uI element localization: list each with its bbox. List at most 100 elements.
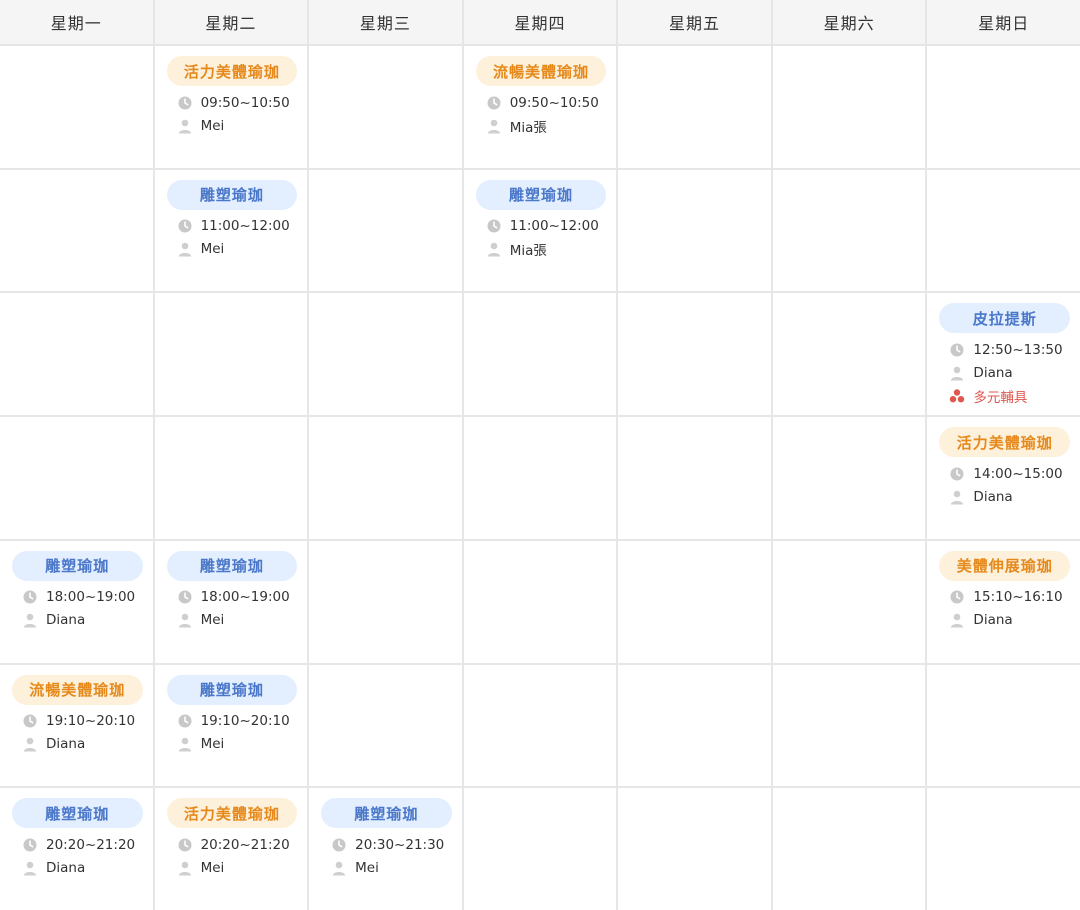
class-time-row: 19:10~20:10 bbox=[22, 710, 143, 733]
clock-icon bbox=[331, 837, 347, 853]
schedule-cell: 美體伸展瑜珈 15:10~16:10 Diana bbox=[927, 540, 1080, 663]
class-name-pill[interactable]: 美體伸展瑜珈 bbox=[939, 550, 1070, 581]
class-teacher: Diana bbox=[46, 736, 86, 753]
class-teacher-row: Diana bbox=[22, 609, 143, 632]
schedule-cell bbox=[0, 417, 153, 539]
person-icon bbox=[177, 241, 193, 257]
schedule-cell bbox=[927, 664, 1080, 787]
class-card[interactable]: 雕塑瑜珈 19:10~20:10 Mei bbox=[165, 674, 298, 756]
class-name-pill[interactable]: 雕塑瑜珈 bbox=[321, 798, 452, 829]
clock-icon bbox=[949, 589, 965, 605]
class-card[interactable]: 雕塑瑜珈 20:30~21:30 Mei bbox=[319, 798, 452, 879]
schedule-cell bbox=[309, 293, 462, 416]
schedule-cell: 雕塑瑜珈 20:20~21:20 Diana bbox=[0, 788, 153, 910]
clock-icon bbox=[177, 218, 193, 234]
class-details: 20:20~21:20 Diana bbox=[10, 833, 143, 879]
schedule-cell: 雕塑瑜珈 19:10~20:10 Mei bbox=[154, 664, 308, 787]
class-name-pill[interactable]: 活力美體瑜珈 bbox=[166, 798, 298, 829]
class-name-pill[interactable]: 雕塑瑜珈 bbox=[12, 550, 143, 581]
schedule-cell: 流暢美體瑜珈 19:10~20:10 Diana bbox=[0, 664, 153, 787]
class-time: 09:50~10:50 bbox=[200, 94, 290, 111]
schedule-cell bbox=[927, 46, 1080, 168]
class-card[interactable]: 雕塑瑜珈 20:20~21:20 Diana bbox=[10, 798, 143, 879]
class-details: 19:10~20:10 Diana bbox=[10, 710, 143, 756]
class-name-pill[interactable]: 流暢美體瑜珈 bbox=[475, 56, 607, 86]
class-tag-row: 多元輔具 bbox=[949, 384, 1070, 407]
schedule-cell bbox=[309, 540, 462, 663]
class-card[interactable]: 雕塑瑜珈 11:00~12:00 Mia張 bbox=[474, 179, 607, 261]
class-time: 14:00~15:00 bbox=[973, 465, 1063, 482]
class-time: 19:10~20:10 bbox=[46, 713, 136, 730]
class-card[interactable]: 流暢美體瑜珈 09:50~10:50 Mia張 bbox=[474, 56, 607, 137]
class-card[interactable]: 流暢美體瑜珈 19:10~20:10 Diana bbox=[10, 674, 143, 756]
class-card[interactable]: 美體伸展瑜珈 15:10~16:10 Diana bbox=[937, 550, 1070, 632]
schedule-cell: 雕塑瑜珈 11:00~12:00 Mia張 bbox=[463, 169, 617, 292]
class-details: 18:00~19:00 Mei bbox=[165, 586, 298, 632]
clock-icon bbox=[949, 466, 965, 482]
class-teacher: Mei bbox=[355, 859, 379, 876]
person-icon bbox=[22, 860, 38, 876]
class-details: 19:10~20:10 Mei bbox=[165, 710, 298, 756]
clock-icon bbox=[486, 218, 502, 234]
class-name-pill[interactable]: 雕塑瑜珈 bbox=[12, 798, 143, 829]
class-teacher-row: Diana bbox=[949, 361, 1070, 384]
schedule-cell bbox=[927, 169, 1080, 292]
class-name-pill[interactable]: 雕塑瑜珈 bbox=[475, 179, 607, 210]
class-teacher: Mei bbox=[200, 117, 225, 134]
schedule-cell bbox=[927, 788, 1080, 910]
clock-icon bbox=[22, 713, 38, 729]
clock-icon bbox=[177, 589, 193, 605]
day-header: 星期三 bbox=[309, 0, 462, 44]
schedule-cell bbox=[618, 46, 771, 168]
class-teacher: Diana bbox=[973, 364, 1013, 381]
class-time-row: 09:50~10:50 bbox=[177, 91, 298, 114]
schedule-cell bbox=[154, 417, 308, 539]
class-details: 09:50~10:50 Mia張 bbox=[474, 91, 607, 137]
class-name-pill[interactable]: 雕塑瑜珈 bbox=[166, 179, 298, 210]
class-time-row: 19:10~20:10 bbox=[177, 710, 298, 733]
class-name-pill[interactable]: 皮拉提斯 bbox=[939, 303, 1070, 334]
class-details: 20:20~21:20 Mei bbox=[165, 833, 298, 879]
class-teacher: Diana bbox=[973, 488, 1013, 505]
class-card[interactable]: 雕塑瑜珈 18:00~19:00 Diana bbox=[10, 550, 143, 632]
person-icon bbox=[949, 365, 965, 381]
schedule-cell: 活力美體瑜珈 14:00~15:00 Diana bbox=[927, 417, 1080, 539]
class-name-pill[interactable]: 雕塑瑜珈 bbox=[166, 550, 298, 581]
schedule-cell bbox=[772, 417, 926, 539]
class-time: 09:50~10:50 bbox=[509, 94, 599, 111]
class-teacher: Diana bbox=[46, 612, 86, 629]
class-time: 11:00~12:00 bbox=[509, 218, 599, 235]
schedule-cell bbox=[463, 788, 617, 910]
schedule-cell bbox=[618, 664, 771, 787]
class-time: 19:10~20:10 bbox=[200, 713, 290, 730]
class-teacher-row: Diana bbox=[949, 485, 1070, 508]
schedule-cell: 活力美體瑜珈 20:20~21:20 Mei bbox=[154, 788, 308, 910]
class-time: 20:20~21:20 bbox=[200, 836, 290, 853]
schedule-cell bbox=[772, 46, 926, 168]
class-name-pill[interactable]: 雕塑瑜珈 bbox=[166, 674, 298, 705]
day-header: 星期五 bbox=[618, 0, 771, 44]
class-card[interactable]: 活力美體瑜珈 09:50~10:50 Mei bbox=[165, 56, 298, 137]
person-icon bbox=[486, 241, 502, 257]
class-card[interactable]: 皮拉提斯 12:50~13:50 Diana 多元輔具 bbox=[937, 303, 1070, 407]
class-card[interactable]: 雕塑瑜珈 11:00~12:00 Mei bbox=[165, 179, 298, 261]
class-name-pill[interactable]: 活力美體瑜珈 bbox=[939, 427, 1070, 458]
class-time-row: 11:00~12:00 bbox=[486, 215, 607, 238]
class-time-row: 20:30~21:30 bbox=[331, 833, 452, 856]
schedule-cell: 雕塑瑜珈 11:00~12:00 Mei bbox=[154, 169, 308, 292]
class-details: 20:30~21:30 Mei bbox=[319, 833, 452, 879]
class-name-pill[interactable]: 流暢美體瑜珈 bbox=[12, 674, 143, 705]
class-card[interactable]: 雕塑瑜珈 18:00~19:00 Mei bbox=[165, 550, 298, 632]
class-card[interactable]: 活力美體瑜珈 20:20~21:20 Mei bbox=[165, 798, 298, 879]
class-teacher: Mei bbox=[200, 612, 225, 629]
class-time: 11:00~12:00 bbox=[200, 218, 290, 235]
class-name-pill[interactable]: 活力美體瑜珈 bbox=[166, 56, 298, 86]
schedule-cell bbox=[309, 46, 462, 168]
class-time: 12:50~13:50 bbox=[973, 341, 1063, 358]
class-time-row: 18:00~19:00 bbox=[22, 586, 143, 609]
class-card[interactable]: 活力美體瑜珈 14:00~15:00 Diana bbox=[937, 427, 1070, 508]
weekly-schedule: 星期一 星期二 星期三 星期四 星期五 星期六 星期日 活力美體瑜珈 09:50~10:50 Me… bbox=[0, 0, 1080, 910]
schedule-cell bbox=[618, 788, 771, 910]
class-time-row: 20:20~21:20 bbox=[22, 833, 143, 856]
clock-icon bbox=[177, 837, 193, 853]
